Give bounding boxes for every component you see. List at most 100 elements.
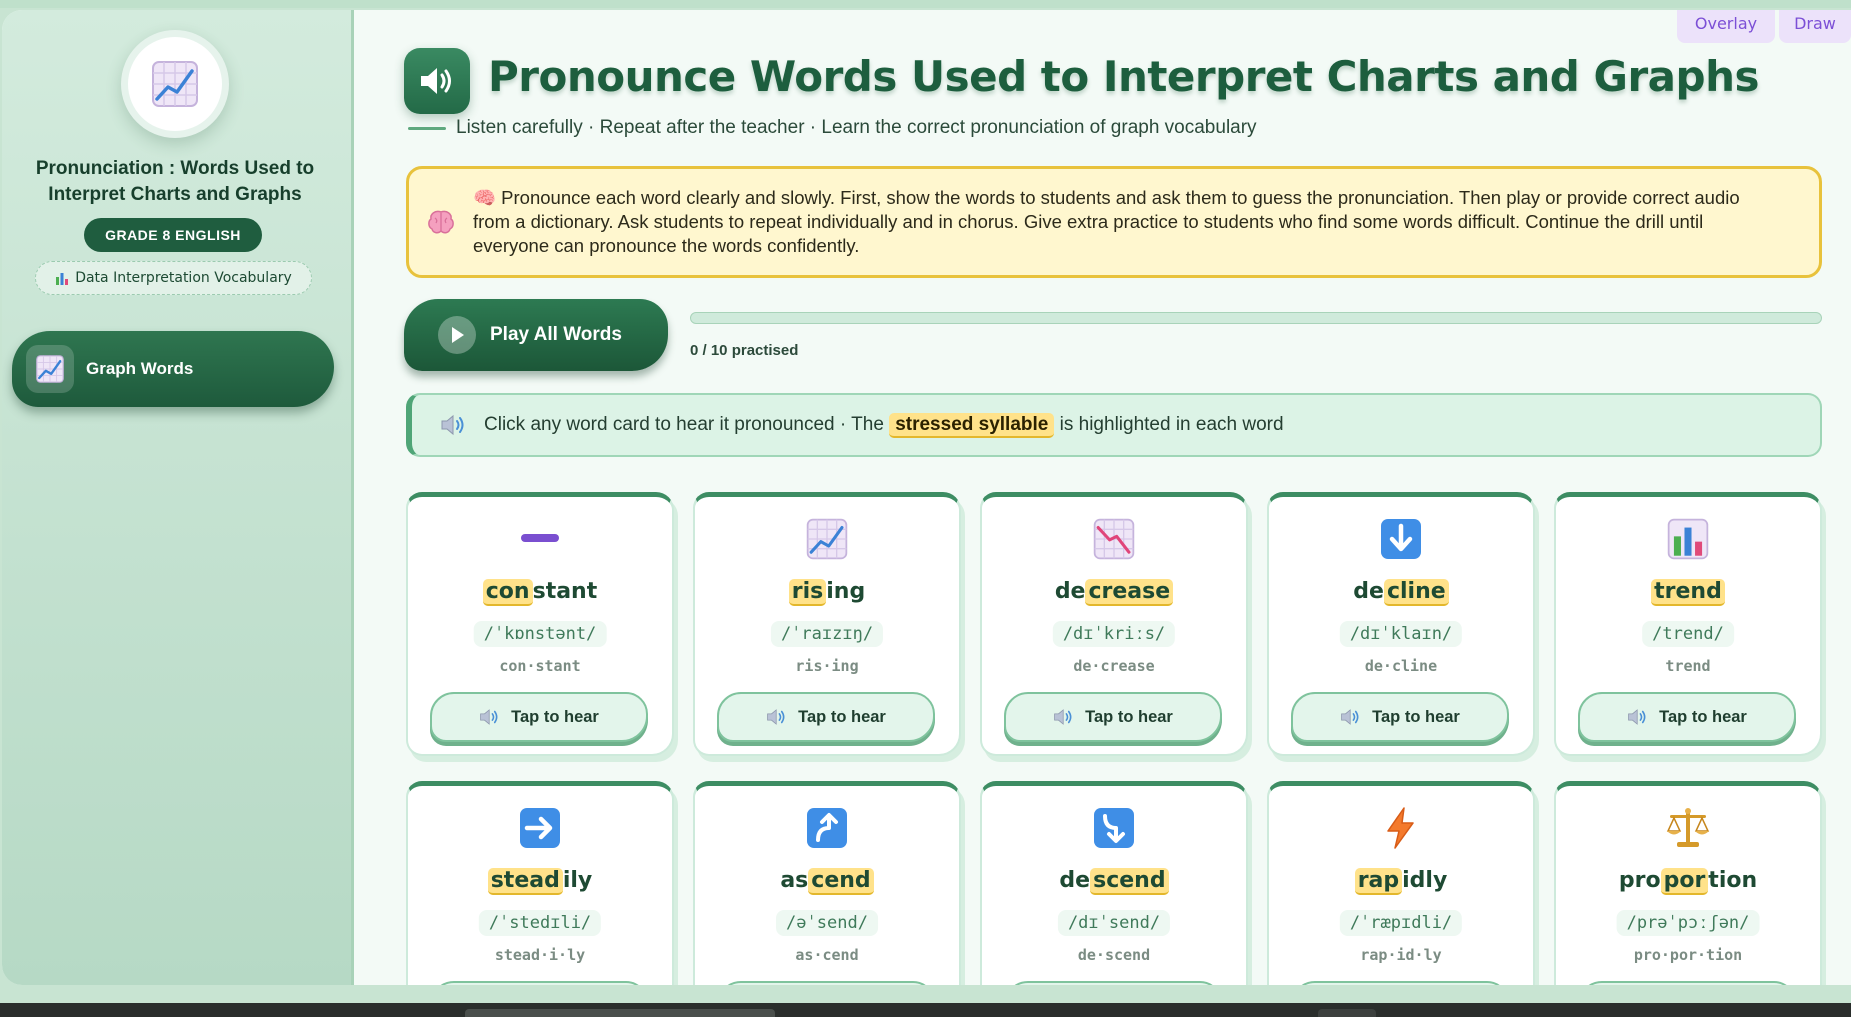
word-text: rap idly <box>1269 868 1533 895</box>
down-arrow-icon <box>1269 517 1533 561</box>
sidebar: Pronunciation : Words Used to Interpret … <box>2 10 354 985</box>
syllable-breakdown: de·cline <box>1364 657 1438 675</box>
word-text: de crease <box>982 579 1246 606</box>
taskbar <box>0 1003 1851 1017</box>
ipa-transcription: /dɪˈkriːs/ <box>1052 621 1176 647</box>
speaker-icon <box>767 709 785 725</box>
word-card[interactable]: descend/dɪˈsend/de·scend Tap to hear <box>980 781 1248 985</box>
tap-to-hear-label: Tap to hear <box>1085 707 1173 726</box>
word-text: de cline <box>1269 579 1533 606</box>
stressed-syllable: con <box>482 579 533 606</box>
subtitle-text: Listen carefully · Repeat after the teac… <box>456 117 1257 138</box>
brain-icon <box>409 209 473 235</box>
tap-to-hear-button[interactable]: Tap to hear <box>717 981 935 985</box>
ipa-transcription: /ˈræpɪdli/ <box>1339 910 1463 936</box>
tap-to-hear-button[interactable]: Tap to hear <box>1291 981 1509 985</box>
tap-to-hear-button[interactable]: Tap to hear <box>430 981 648 985</box>
topic-chip: Data Interpretation Vocabulary <box>35 261 312 295</box>
taskbar-item[interactable] <box>465 1009 775 1017</box>
app-window: Overlay Draw Pronunciation : Words Used … <box>2 10 1851 985</box>
tap-to-hear-label: Tap to hear <box>1372 707 1460 726</box>
syllable-breakdown: de·crease <box>1073 657 1155 675</box>
lightning-icon <box>1269 806 1533 850</box>
word-text: stead ily <box>408 868 672 895</box>
balance-scale-icon <box>1556 806 1820 850</box>
play-all-button[interactable]: Play All Words <box>404 299 668 371</box>
speaker-icon <box>441 414 464 436</box>
window-top-strip <box>0 0 1851 8</box>
word-card[interactable]: ascend/əˈsend/as·cend Tap to hear <box>693 781 961 985</box>
tap-to-hear-button[interactable]: Tap to hear <box>717 692 935 742</box>
syllable-breakdown: pro·por·tion <box>1633 946 1743 964</box>
word-card[interactable]: con stant/ˈkɒnstənt/con·stant Tap to hear <box>406 492 674 756</box>
right-arrow-icon <box>408 806 672 850</box>
tap-to-hear-label: Tap to hear <box>798 707 886 726</box>
hint-text-before: Click any word card to hear it pronounce… <box>484 414 884 435</box>
bar-chart-icon <box>56 273 69 285</box>
tap-to-hear-button[interactable]: Tap to hear <box>1004 692 1222 742</box>
ipa-transcription: /ˈraɪzɪŋ/ <box>770 621 884 647</box>
speaker-icon <box>1341 709 1359 725</box>
stressed-syllable: rap <box>1354 868 1403 895</box>
speaker-icon <box>480 709 498 725</box>
speaker-icon <box>1054 709 1072 725</box>
ipa-transcription: /prəˈpɔːʃən/ <box>1616 910 1760 936</box>
word-suffix: stant <box>532 579 598 604</box>
word-text: as cend <box>695 868 959 895</box>
hint-text: Click any word card to hear it pronounce… <box>484 413 1284 438</box>
speaker-icon <box>1628 709 1646 725</box>
syllable-breakdown: stead·i·ly <box>494 946 586 964</box>
down-curve-arrow-icon <box>982 806 1246 850</box>
word-card[interactable]: de cline/dɪˈklaɪn/de·cline Tap to hear <box>1267 492 1535 756</box>
play-all-label: Play All Words <box>490 324 622 345</box>
draw-button[interactable]: Draw <box>1779 10 1851 43</box>
sidebar-item-graph-words[interactable]: Graph Words <box>12 331 334 407</box>
topic-label: Data Interpretation Vocabulary <box>75 270 292 286</box>
tap-to-hear-label: Tap to hear <box>1659 707 1747 726</box>
ipa-transcription: /ˈstedɪli/ <box>478 910 602 936</box>
word-card[interactable]: ris ing/ˈraɪzɪŋ/ris·ing Tap to hear <box>693 492 961 756</box>
tap-to-hear-button[interactable]: Tap to hear <box>430 692 648 742</box>
word-text: pro por tion <box>1556 868 1820 895</box>
stressed-syllable: cend <box>808 868 874 895</box>
stressed-syllable: stead <box>487 868 563 895</box>
syllable-breakdown: con·stant <box>499 657 581 675</box>
page-title: Pronounce Words Used to Interpret Charts… <box>488 52 1759 101</box>
play-icon <box>438 316 476 354</box>
stressed-syllable: crease <box>1085 579 1174 606</box>
tap-to-hear-button[interactable]: Tap to hear <box>1578 692 1796 742</box>
word-suffix: idly <box>1402 868 1448 893</box>
minus-icon <box>408 517 672 559</box>
hint-text-after: is highlighted in each word <box>1059 414 1284 435</box>
word-card[interactable]: steadily/ˈstedɪli/stead·i·ly Tap to hear <box>406 781 674 985</box>
stressed-syllable: ris <box>788 579 827 606</box>
tap-to-hear-button[interactable]: Tap to hear <box>1291 692 1509 742</box>
syllable-breakdown: de·scend <box>1077 946 1151 964</box>
ipa-transcription: /dɪˈklaɪn/ <box>1339 621 1463 647</box>
chart-increasing-icon <box>695 517 959 561</box>
stressed-syllable: cline <box>1383 579 1449 606</box>
word-text: con stant <box>408 579 672 606</box>
word-card[interactable]: proportion/prəˈpɔːʃən/pro·por·tion Tap to… <box>1554 781 1822 985</box>
speaker-icon <box>404 48 470 114</box>
sidebar-item-label: Graph Words <box>86 359 194 378</box>
word-card[interactable]: trend/trend/trend Tap to hear <box>1554 492 1822 756</box>
lesson-title: Pronunciation : Words Used to Interpret … <box>35 158 315 205</box>
chart-increasing-icon <box>26 345 74 393</box>
bar-chart-icon <box>1556 517 1820 561</box>
grade-badge: GRADE 8 ENGLISH <box>84 218 262 252</box>
word-prefix: pro <box>1618 868 1661 893</box>
main-content: Pronounce Words Used to Interpret Charts… <box>404 10 1824 985</box>
taskbar-item[interactable] <box>1318 1009 1376 1017</box>
word-card[interactable]: de crease/dɪˈkriːs/de·crease Tap to hear <box>980 492 1248 756</box>
overlay-button[interactable]: Overlay <box>1677 10 1775 43</box>
stressed-syllable: por <box>1660 868 1709 895</box>
page-subtitle: Listen carefully · Repeat after the teac… <box>408 117 1257 139</box>
practice-progress-label: 0 / 10 practised <box>690 342 799 359</box>
word-card[interactable]: rapidly/ˈræpɪdli/rap·id·ly Tap to hear <box>1267 781 1535 985</box>
tap-to-hear-button[interactable]: Tap to hear <box>1578 981 1796 985</box>
tap-to-hear-button[interactable]: Tap to hear <box>1004 981 1222 985</box>
subtitle-dash <box>408 126 446 130</box>
word-suffix: ing <box>826 579 866 604</box>
word-prefix: de <box>1059 868 1091 893</box>
